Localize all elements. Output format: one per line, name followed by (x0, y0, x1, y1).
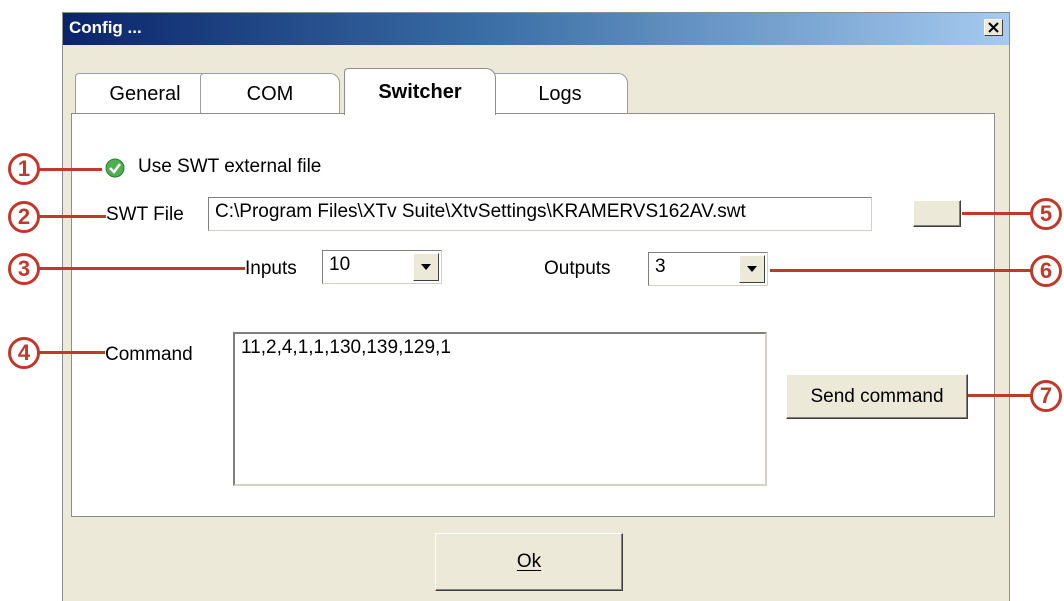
callout-2: 2 (8, 201, 40, 233)
command-textarea[interactable]: 11,2,4,1,1,130,139,129,1 (233, 332, 767, 486)
outputs-value: 3 (655, 256, 666, 277)
outputs-label: Outputs (544, 258, 611, 279)
callout-5: 5 (1030, 198, 1062, 230)
send-command-button[interactable]: Send command (786, 374, 968, 419)
swt-file-field[interactable]: C:\Program Files\XTv Suite\XtvSettings\K… (208, 197, 872, 231)
callout-1: 1 (8, 153, 40, 185)
callout-line-3 (38, 267, 245, 270)
tab-general[interactable]: General (75, 73, 215, 113)
callout-line-2 (38, 215, 106, 218)
browse-button[interactable] (913, 200, 961, 227)
close-button[interactable] (984, 19, 1003, 36)
ok-button[interactable]: Ok (435, 533, 623, 591)
command-label: Command (105, 344, 193, 365)
tab-logs[interactable]: Logs (492, 73, 628, 113)
title-bar[interactable]: Config ... (63, 13, 1009, 45)
tab-com[interactable]: COM (200, 73, 340, 113)
callout-4: 4 (8, 337, 40, 369)
chevron-down-icon[interactable] (739, 255, 765, 283)
ok-label: Ok (516, 551, 542, 572)
callout-7: 7 (1030, 380, 1062, 412)
callout-line-1 (38, 168, 102, 171)
outputs-select[interactable]: 3 (648, 252, 768, 286)
tab-switcher[interactable]: Switcher (344, 68, 496, 115)
window-title: Config ... (69, 18, 142, 37)
callout-line-6 (770, 269, 1032, 272)
use-swt-label: Use SWT external file (138, 156, 322, 177)
check-icon[interactable] (105, 158, 125, 178)
inputs-value: 10 (329, 254, 351, 275)
callout-3: 3 (8, 253, 40, 285)
inputs-label: Inputs (245, 258, 297, 279)
inputs-select[interactable]: 10 (322, 250, 442, 284)
callout-6: 6 (1030, 255, 1062, 287)
chevron-down-icon[interactable] (413, 253, 439, 281)
close-icon (988, 22, 999, 33)
callout-line-7 (968, 394, 1032, 397)
swt-file-label: SWT File (106, 204, 184, 225)
callout-line-5 (962, 212, 1032, 215)
callout-line-4 (38, 351, 105, 354)
